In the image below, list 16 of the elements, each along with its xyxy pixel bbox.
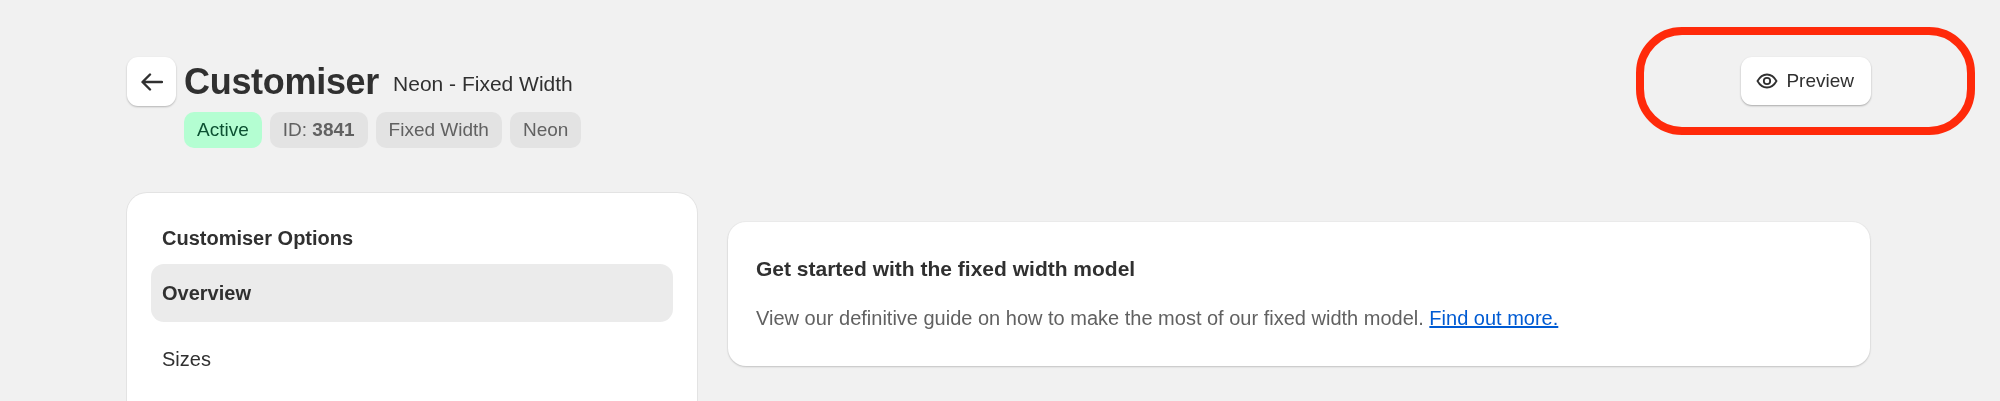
tag: ID: 3841 <box>269 112 368 148</box>
sidebar-title: Customiser Options <box>162 226 355 251</box>
page-subtitle: Neon - Fixed Width <box>393 71 573 96</box>
card-description: View our definitive guide on how to make the most of our fixed width model. <box>756 307 1424 329</box>
sidebar-item[interactable]: Sizes <box>151 330 673 388</box>
eye-icon <box>1756 73 1779 89</box>
find-out-more-link[interactable]: Find out more. <box>1429 307 1559 329</box>
status-badge: Active <box>184 112 262 148</box>
tag: Neon <box>509 112 582 148</box>
tag: Fixed Width <box>375 112 502 148</box>
preview-button[interactable]: Preview <box>1741 57 1871 105</box>
page-title: Customiser <box>184 60 380 103</box>
sidebar-item[interactable]: Overview <box>151 264 673 322</box>
card-title: Get started with the fixed width model <box>756 256 1137 282</box>
back-button[interactable] <box>127 57 176 106</box>
arrow-left-icon <box>140 72 163 91</box>
